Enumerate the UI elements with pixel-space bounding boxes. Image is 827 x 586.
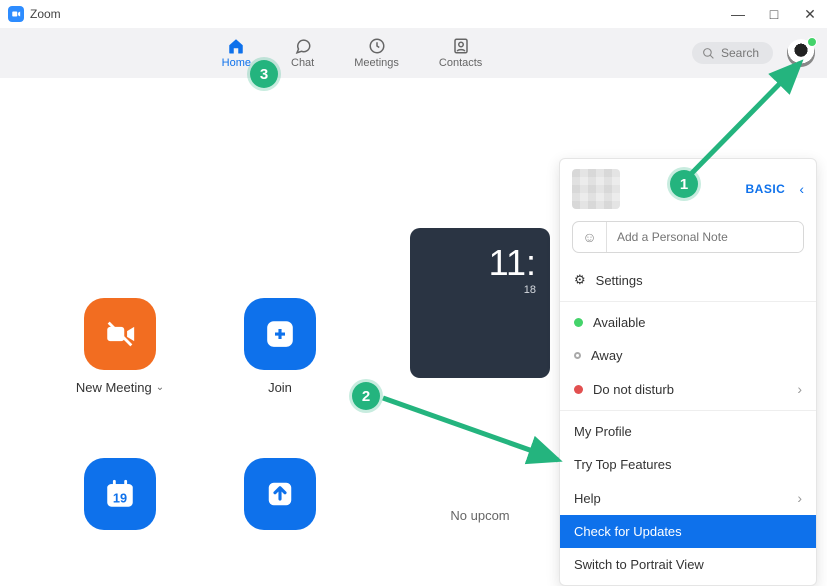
annotation-2: 2 xyxy=(352,382,380,410)
tile-new-meeting[interactable]: New Meeting ⌄ xyxy=(60,298,180,395)
tile-schedule[interactable]: 19 xyxy=(60,458,180,530)
calendar-icon: 19 xyxy=(103,477,137,511)
new-meeting-label: New Meeting xyxy=(76,380,152,395)
titlebar: Zoom — □ ✕ xyxy=(0,0,827,28)
profile-menu: BASIC ‹ ☺ ⚙ Settings Available Away Do n… xyxy=(559,158,817,586)
clock-date: 18 xyxy=(424,284,536,296)
annotation-arrow-1 xyxy=(680,55,820,185)
available-dot-icon xyxy=(574,318,583,327)
menu-settings-label: Settings xyxy=(596,273,643,288)
nav-contacts-label: Contacts xyxy=(439,57,482,69)
nav-chat[interactable]: Chat xyxy=(285,33,320,73)
schedule-button[interactable]: 19 xyxy=(84,458,156,530)
menu-status-dnd[interactable]: Do not disturb › xyxy=(560,372,816,406)
away-dot-icon xyxy=(574,352,581,359)
help-label: Help xyxy=(574,491,601,506)
gear-icon: ⚙ xyxy=(574,272,586,288)
dnd-label: Do not disturb xyxy=(593,382,674,397)
chevron-right-icon: › xyxy=(797,490,802,506)
presence-dot-icon xyxy=(807,37,817,47)
window-title: Zoom xyxy=(30,7,729,21)
menu-my-profile[interactable]: My Profile xyxy=(560,415,816,448)
home-icon xyxy=(227,37,245,55)
my-profile-label: My Profile xyxy=(574,424,632,439)
menu-help[interactable]: Help › xyxy=(560,481,816,515)
menu-status-away[interactable]: Away xyxy=(560,339,816,372)
share-up-icon xyxy=(265,479,295,509)
personal-note-input[interactable] xyxy=(607,222,803,252)
menu-check-updates[interactable]: Check for Updates xyxy=(560,515,816,548)
annotation-3: 3 xyxy=(250,60,278,88)
nav-meetings-label: Meetings xyxy=(354,57,399,69)
chat-icon xyxy=(294,37,312,55)
emoji-icon[interactable]: ☺ xyxy=(573,222,607,252)
nav-contacts[interactable]: Contacts xyxy=(433,33,488,73)
nav-chat-label: Chat xyxy=(291,57,314,69)
chevron-down-icon[interactable]: ⌄ xyxy=(156,382,164,393)
menu-settings[interactable]: ⚙ Settings xyxy=(560,263,816,297)
menu-top-features[interactable]: Try Top Features xyxy=(560,448,816,481)
tile-share[interactable] xyxy=(220,458,340,530)
contacts-icon xyxy=(452,37,470,55)
tile-join[interactable]: Join xyxy=(220,298,340,395)
close-icon[interactable]: ✕ xyxy=(801,6,819,23)
dnd-dot-icon xyxy=(574,385,583,394)
nav-home-label: Home xyxy=(222,57,251,69)
minimize-icon[interactable]: — xyxy=(729,6,747,23)
available-label: Available xyxy=(593,315,646,330)
chevron-right-icon: › xyxy=(797,381,802,397)
maximize-icon[interactable]: □ xyxy=(765,6,783,23)
new-meeting-button[interactable] xyxy=(84,298,156,370)
window-controls: — □ ✕ xyxy=(729,6,819,23)
menu-status-available[interactable]: Available xyxy=(560,306,816,339)
plus-icon xyxy=(265,319,295,349)
separator xyxy=(560,301,816,302)
video-off-icon xyxy=(103,317,137,351)
join-label: Join xyxy=(268,380,292,395)
separator xyxy=(560,410,816,411)
zoom-app-icon xyxy=(8,6,24,22)
check-updates-label: Check for Updates xyxy=(574,524,682,539)
clock-panel: 11: 18 xyxy=(410,228,550,378)
annotation-1: 1 xyxy=(670,170,698,198)
clock-time: 11: xyxy=(424,242,536,284)
clock-icon xyxy=(368,37,386,55)
top-features-label: Try Top Features xyxy=(574,457,672,472)
away-label: Away xyxy=(591,348,623,363)
user-name-blurred xyxy=(572,169,620,209)
nav-meetings[interactable]: Meetings xyxy=(348,33,405,73)
join-button[interactable] xyxy=(244,298,316,370)
annotation-arrow-2 xyxy=(378,390,568,470)
share-button[interactable] xyxy=(244,458,316,530)
menu-portrait-view[interactable]: Switch to Portrait View xyxy=(560,548,816,581)
personal-note-row: ☺ xyxy=(572,221,804,253)
svg-text:19: 19 xyxy=(113,491,127,506)
portrait-label: Switch to Portrait View xyxy=(574,557,704,572)
